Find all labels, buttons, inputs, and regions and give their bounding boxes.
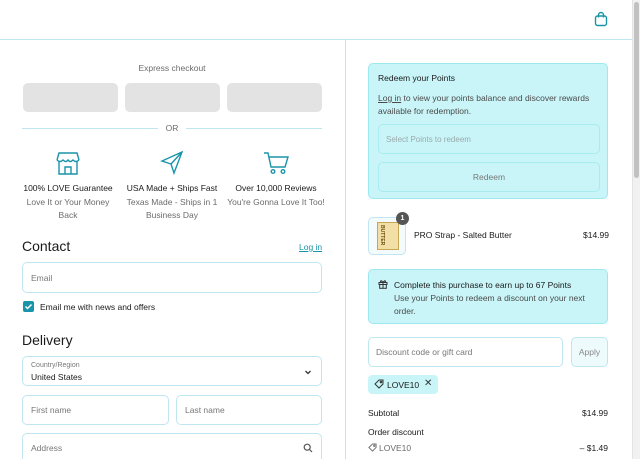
tag-icon xyxy=(374,379,384,389)
redeem-points-panel: Redeem your Points Log in to view your p… xyxy=(368,63,608,199)
product-name: PRO Strap - Salted Butter xyxy=(414,230,512,240)
country-value: United States xyxy=(31,372,83,382)
or-divider: OR xyxy=(22,122,322,134)
address-field[interactable] xyxy=(22,433,322,459)
top-bar xyxy=(0,0,632,40)
feature-title: Over 10,000 Reviews xyxy=(235,183,317,193)
first-name-field[interactable] xyxy=(22,395,169,425)
gift-icon xyxy=(378,280,388,289)
points-select-placeholder: Select Points to redeem xyxy=(386,135,471,144)
send-icon xyxy=(160,150,184,176)
feature-reviews: Over 10,000 Reviews You're Gonna Love It… xyxy=(226,150,326,209)
product-thumb-label: BUTTER xyxy=(379,225,385,246)
search-icon xyxy=(303,443,313,453)
store-icon xyxy=(56,152,80,175)
points-select[interactable]: Select Points to redeem xyxy=(378,124,600,154)
shopping-bag-icon[interactable] xyxy=(594,11,608,27)
country-label: Country/Region xyxy=(31,362,80,369)
cart-icon xyxy=(264,152,289,175)
feature-subtitle: You're Gonna Love It Too! xyxy=(227,197,325,207)
express-pay-button-1[interactable] xyxy=(23,83,118,112)
discount-input[interactable] xyxy=(369,338,562,366)
redeem-description-text: to view your points balance and discover… xyxy=(378,93,590,116)
discount-tag-code: LOVE10 xyxy=(387,380,420,390)
feature-usa-made: USA Made + Ships Fast Texas Made - Ships… xyxy=(122,150,222,222)
feature-title: 100% LOVE Guarantee xyxy=(23,183,113,193)
order-discount-value: – $1.49 xyxy=(579,443,608,453)
apply-button[interactable]: Apply xyxy=(571,337,608,367)
check-icon xyxy=(24,303,33,310)
feature-title: USA Made + Ships Fast xyxy=(126,183,218,193)
scrollbar-thumb[interactable] xyxy=(634,2,639,178)
earn-points-panel: Complete this purchase to earn up to 67 … xyxy=(368,269,608,324)
last-name-input[interactable] xyxy=(177,396,321,424)
newsletter-checkbox[interactable] xyxy=(23,301,34,312)
redeem-button[interactable]: Redeem xyxy=(378,162,600,192)
quantity-badge: 1 xyxy=(396,212,409,225)
feature-love-guarantee: 100% LOVE Guarantee Love It or Your Mone… xyxy=(18,150,118,222)
subtotal-value: $14.99 xyxy=(582,408,608,418)
email-field[interactable] xyxy=(22,262,322,293)
subtotal-label: Subtotal xyxy=(368,408,400,418)
checkout-form: Express checkout OR 100% LOVE Guarantee … xyxy=(0,40,345,459)
express-checkout-title: Express checkout xyxy=(138,63,206,73)
redeem-description: Log in to view your points balance and d… xyxy=(378,92,598,118)
express-pay-button-3[interactable] xyxy=(227,83,322,112)
email-input[interactable] xyxy=(23,263,321,292)
discount-field[interactable] xyxy=(368,337,563,367)
delivery-heading: Delivery xyxy=(22,332,73,348)
express-pay-button-2[interactable] xyxy=(125,83,220,112)
newsletter-label: Email me with news and offers xyxy=(40,302,156,312)
order-discount-code: LOVE10 xyxy=(379,443,412,453)
earn-points-subtitle: Use your Points to redeem a discount on … xyxy=(394,293,585,316)
feature-subtitle: Love It or Your Money Back xyxy=(26,197,110,220)
login-link[interactable]: Log in xyxy=(299,242,322,252)
last-name-field[interactable] xyxy=(176,395,322,425)
contact-heading: Contact xyxy=(22,238,71,254)
discount-tag: LOVE10 ✕ xyxy=(368,375,438,394)
earn-points-title: Complete this purchase to earn up to 67 … xyxy=(394,280,572,290)
chevron-down-icon xyxy=(305,370,311,375)
address-input[interactable] xyxy=(23,434,321,459)
order-summary: Redeem your Points Log in to view your p… xyxy=(346,40,632,459)
feature-subtitle: Texas Made - Ships in 1 Business Day xyxy=(126,197,218,220)
scrollbar[interactable] xyxy=(632,0,640,459)
country-select[interactable]: Country/Region United States xyxy=(22,356,322,386)
remove-discount-icon[interactable]: ✕ xyxy=(424,378,432,389)
order-discount-label: Order discount xyxy=(368,427,424,437)
first-name-input[interactable] xyxy=(23,396,168,424)
product-price: $14.99 xyxy=(583,230,609,240)
redeem-login-link[interactable]: Log in xyxy=(378,93,401,103)
tag-icon xyxy=(368,443,377,452)
redeem-title: Redeem your Points xyxy=(378,73,456,83)
or-label: OR xyxy=(165,123,179,133)
